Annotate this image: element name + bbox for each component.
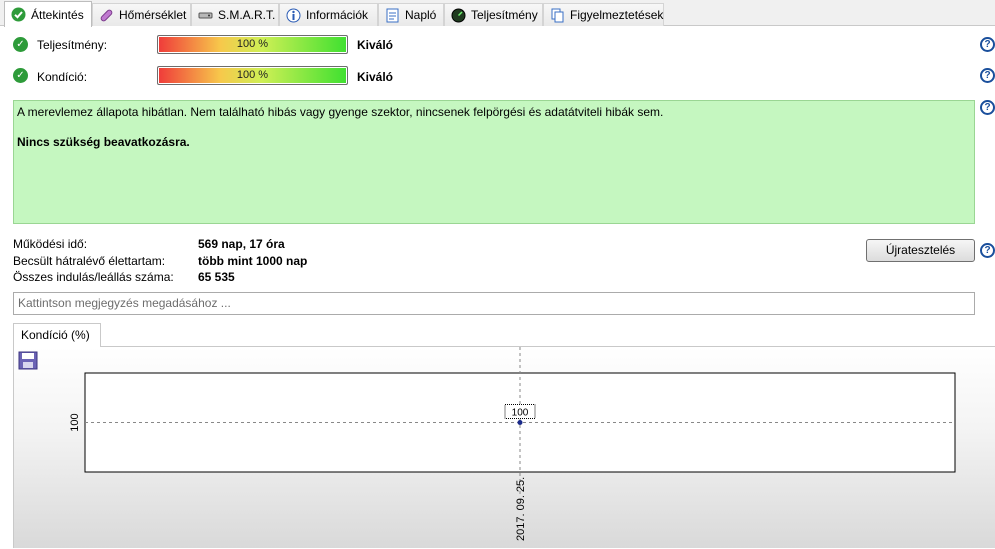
remaining-lifetime-value: több mint 1000 nap [198, 254, 308, 268]
save-icon[interactable] [18, 351, 38, 370]
uptime-value: 569 nap, 17 óra [198, 237, 285, 251]
summary-recommendation: Nincs szükség beavatkozásra. [17, 135, 190, 149]
tab-label: Hőmérséklet [119, 8, 187, 22]
tab-warnings[interactable]: Figyelmeztetések [543, 3, 664, 26]
tab-label: Információk [306, 8, 369, 22]
tab-overview[interactable]: Áttekintés [4, 1, 92, 27]
check-circle-icon [11, 7, 26, 22]
start-stop-label: Összes indulás/leállás száma: [13, 270, 174, 284]
tab-label: Figyelmeztetések [570, 8, 664, 22]
document-icon [385, 8, 400, 23]
gauge-icon [451, 8, 466, 23]
performance-ok-icon: ✓ [13, 37, 28, 52]
copy-icon [550, 8, 565, 23]
data-point [517, 420, 523, 425]
health-summary-box: A merevlemez állapota hibátlan. Nem talá… [13, 100, 975, 224]
performance-rating: Kiváló [357, 38, 394, 52]
data-label: 100 [512, 408, 529, 419]
tab-condition-chart[interactable]: Kondíció (%) [13, 323, 101, 347]
performance-label: Teljesítmény: [37, 38, 108, 52]
tab-smart[interactable]: S.M.A.R.T. [191, 3, 279, 26]
chart-panel: 100 100 2017. 09. 25. [13, 346, 995, 548]
y-tick-label: 100 [69, 413, 81, 431]
tab-label: Áttekintés [31, 7, 84, 22]
remaining-lifetime-label: Becsült hátralévő élettartam: [13, 254, 166, 268]
tab-label: Teljesítmény [471, 8, 538, 22]
tab-temperature[interactable]: Hőmérséklet [92, 3, 191, 26]
tab-performance[interactable]: Teljesítmény [444, 3, 543, 26]
condition-rating: Kiváló [357, 70, 394, 84]
info-icon [286, 8, 301, 23]
condition-ok-icon: ✓ [13, 68, 28, 83]
tab-information[interactable]: Információk [279, 3, 378, 26]
help-icon[interactable]: ? [980, 243, 995, 258]
tab-log[interactable]: Napló [378, 3, 444, 26]
tab-label: S.M.A.R.T. [218, 8, 276, 22]
hard-drive-icon [198, 8, 213, 23]
retest-button[interactable]: Újratesztelés [866, 239, 975, 262]
note-input[interactable]: Kattintson megjegyzés megadásához ... [13, 292, 975, 315]
tab-strip: Áttekintés Hőmérséklet S.M.A.R.T. Inform… [0, 0, 995, 27]
tab-label: Napló [405, 8, 437, 22]
help-icon[interactable]: ? [980, 37, 995, 52]
condition-chart: 100 100 2017. 09. 25. [69, 347, 956, 541]
help-icon[interactable]: ? [980, 68, 995, 83]
start-stop-value: 65 535 [198, 270, 235, 284]
condition-meter: 100 % [157, 66, 348, 85]
thermometer-icon [99, 8, 114, 23]
performance-meter: 100 % [157, 35, 348, 54]
condition-label: Kondíció: [37, 70, 88, 84]
help-icon[interactable]: ? [980, 100, 995, 115]
uptime-label: Működési idő: [13, 237, 88, 251]
x-tick-label: 2017. 09. 25. [515, 477, 527, 541]
summary-text: A merevlemez állapota hibátlan. Nem talá… [17, 105, 664, 119]
